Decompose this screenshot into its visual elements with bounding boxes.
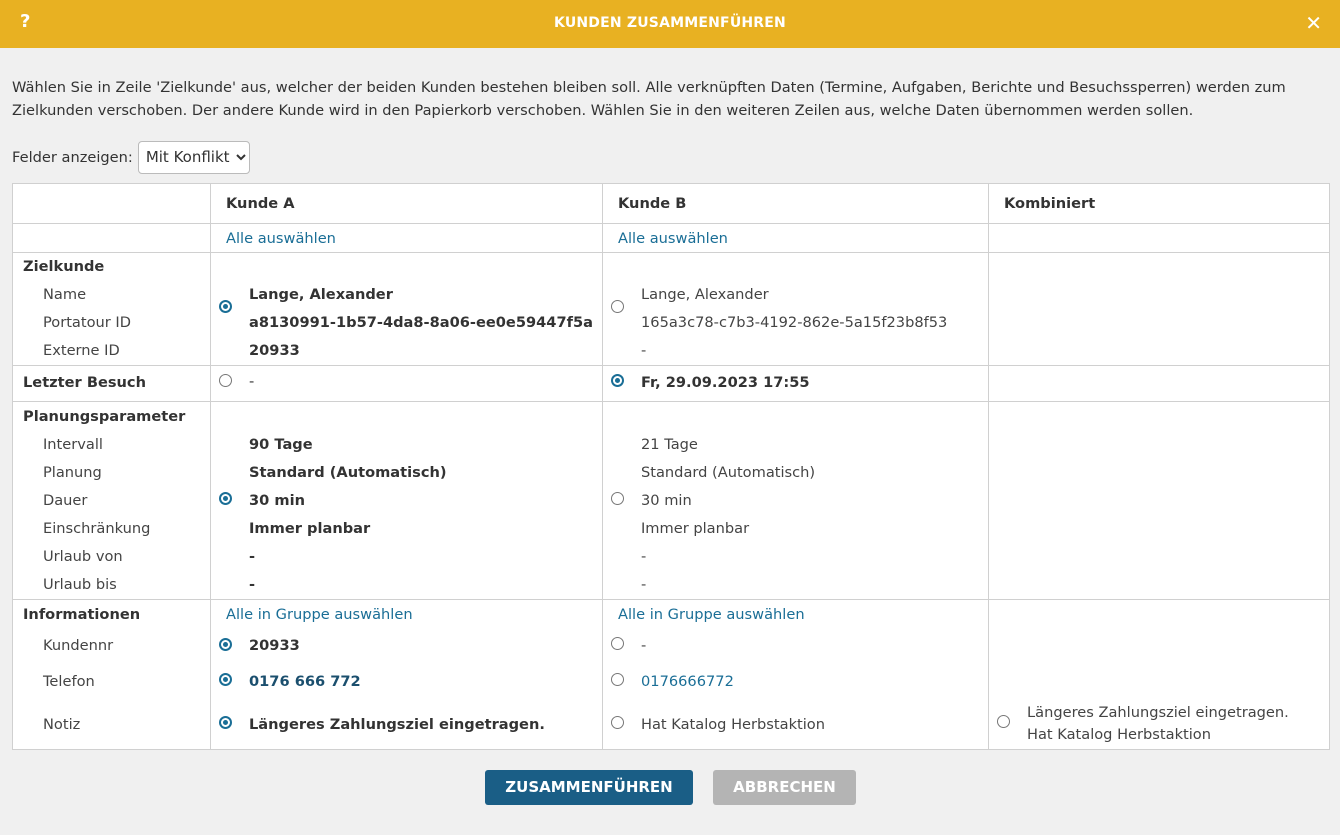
label-intervall: Intervall bbox=[43, 436, 103, 453]
notiz-b-value: Hat Katalog Herbstaktion bbox=[641, 716, 825, 733]
planung-b-einschraenkung: Immer planbar bbox=[641, 520, 750, 537]
zielkunde-b-radio[interactable] bbox=[611, 300, 624, 313]
label-einschraenkung: Einschränkung bbox=[43, 520, 151, 537]
select-all-b-link[interactable]: Alle auswählen bbox=[618, 230, 728, 247]
kundennr-b-radio[interactable] bbox=[611, 637, 624, 650]
label-telefon: Telefon bbox=[43, 673, 95, 690]
planung-b-urlaub-von: - bbox=[641, 548, 647, 565]
kundennr-a-value: 20933 bbox=[249, 637, 300, 654]
telefon-b-radio[interactable] bbox=[611, 673, 624, 686]
zielkunde-b-name: Lange, Alexander bbox=[641, 286, 769, 303]
letzter-besuch-combined-empty bbox=[988, 365, 1330, 402]
letzter-besuch-a-value: - bbox=[249, 373, 255, 390]
filter-select[interactable]: Mit Konflikt bbox=[137, 140, 250, 174]
telefon-a-value[interactable]: 0176 666 772 bbox=[249, 668, 361, 696]
select-group-b-link[interactable]: Alle in Gruppe auswählen bbox=[618, 601, 805, 629]
planung-a-einschraenkung: Immer planbar bbox=[249, 520, 371, 537]
planung-b-planung: Standard (Automatisch) bbox=[641, 464, 816, 481]
letzter-besuch-a-radio[interactable] bbox=[219, 374, 232, 387]
planung-a-radio[interactable] bbox=[219, 492, 232, 505]
zielkunde-a-radio[interactable] bbox=[219, 300, 232, 313]
group-title-letzter-besuch: Letzter Besuch bbox=[23, 374, 146, 391]
planung-a-urlaub-von: - bbox=[249, 548, 256, 565]
field-filter: Felder anzeigen: Mit Konflikt bbox=[12, 140, 250, 174]
kundennr-b-value: - bbox=[641, 637, 647, 654]
notiz-combined-radio[interactable] bbox=[997, 715, 1010, 728]
label-kundennr: Kundennr bbox=[43, 637, 114, 654]
select-all-combined-empty bbox=[988, 223, 1330, 253]
group-title-zielkunde: Zielkunde bbox=[23, 258, 105, 275]
notiz-b-radio[interactable] bbox=[611, 716, 624, 729]
select-group-a-link[interactable]: Alle in Gruppe auswählen bbox=[226, 601, 413, 629]
notiz-a-radio[interactable] bbox=[219, 716, 232, 729]
telefon-b-value[interactable]: 0176666772 bbox=[641, 668, 734, 696]
label-planung: Planung bbox=[43, 464, 102, 481]
letzter-besuch-b-radio[interactable] bbox=[611, 374, 624, 387]
notiz-combined-line-2: Hat Katalog Herbstaktion bbox=[1027, 726, 1211, 743]
planung-a-dauer: 30 min bbox=[249, 492, 305, 509]
zielkunde-combined-empty bbox=[988, 252, 1330, 366]
planung-combined-empty bbox=[988, 401, 1330, 600]
label-urlaub-bis: Urlaub bis bbox=[43, 576, 117, 593]
notiz-combined-value: Längeres Zahlungsziel eingetragen. Hat K… bbox=[1027, 702, 1289, 746]
select-all-a-link[interactable]: Alle auswählen bbox=[226, 230, 336, 247]
label-externe-id: Externe ID bbox=[43, 342, 120, 359]
dialog-header: ? KUNDEN ZUSAMMENFÜHREN ✕ bbox=[0, 0, 1340, 48]
planung-b-radio[interactable] bbox=[611, 492, 624, 505]
group-title-informationen: Informationen bbox=[23, 606, 141, 623]
zielkunde-a-name: Lange, Alexander bbox=[249, 286, 393, 303]
telefon-a-radio[interactable] bbox=[219, 673, 232, 686]
letzter-besuch-b-value: Fr, 29.09.2023 17:55 bbox=[641, 374, 810, 391]
zielkunde-b-portatour-id: 165a3c78-c7b3-4192-862e-5a15f23b8f53 bbox=[641, 314, 948, 331]
planung-a-urlaub-bis: - bbox=[249, 576, 256, 593]
select-all-empty bbox=[12, 223, 211, 253]
planung-b-dauer: 30 min bbox=[641, 492, 692, 509]
planung-a-planung: Standard (Automatisch) bbox=[249, 464, 447, 481]
header-empty bbox=[12, 183, 211, 224]
filter-label: Felder anzeigen: bbox=[12, 148, 133, 166]
column-header-combined: Kombiniert bbox=[988, 183, 1330, 224]
zielkunde-b-externe-id: - bbox=[641, 342, 647, 359]
group-title-planungsparameter: Planungsparameter bbox=[23, 408, 186, 425]
planung-b-intervall: 21 Tage bbox=[641, 436, 698, 453]
merge-button[interactable]: ZUSAMMENFÜHREN bbox=[485, 770, 693, 805]
dialog-description: Wählen Sie in Zeile 'Zielkunde' aus, wel… bbox=[12, 79, 1286, 119]
label-portatour-id: Portatour ID bbox=[43, 314, 131, 331]
zielkunde-a-externe-id: 20933 bbox=[249, 342, 300, 359]
label-urlaub-von: Urlaub von bbox=[43, 548, 123, 565]
notiz-a-value: Längeres Zahlungsziel eingetragen. bbox=[249, 716, 545, 733]
zielkunde-a-portatour-id: a8130991-1b57-4da8-8a06-ee0e59447f5a bbox=[249, 314, 593, 331]
label-notiz: Notiz bbox=[43, 716, 81, 733]
merge-table: Kunde A Kunde B Kombiniert Alle auswähle… bbox=[12, 183, 1330, 750]
close-icon[interactable]: ✕ bbox=[1305, 11, 1322, 35]
notiz-combined-line-1: Längeres Zahlungsziel eingetragen. bbox=[1027, 704, 1289, 721]
planung-a-intervall: 90 Tage bbox=[249, 436, 313, 453]
label-name: Name bbox=[43, 286, 87, 303]
cancel-button[interactable]: ABBRECHEN bbox=[713, 770, 856, 805]
label-dauer: Dauer bbox=[43, 492, 88, 509]
column-header-b: Kunde B bbox=[602, 183, 989, 224]
planung-b-urlaub-bis: - bbox=[641, 576, 647, 593]
dialog-title: KUNDEN ZUSAMMENFÜHREN bbox=[554, 15, 786, 31]
kundennr-a-radio[interactable] bbox=[219, 638, 232, 651]
column-header-a: Kunde A bbox=[210, 183, 603, 224]
